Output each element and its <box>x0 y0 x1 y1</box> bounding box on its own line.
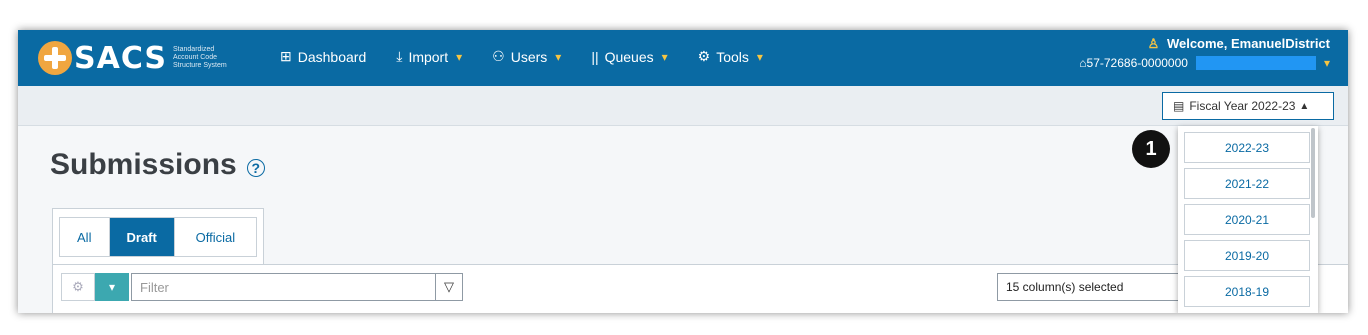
filter-input[interactable]: Filter <box>131 273 435 301</box>
user-menu[interactable]: ♙ Welcome, EmanuelDistrict ⌂ 57-72686-00… <box>1079 36 1330 70</box>
nav-queues[interactable]: || Queues ▾ <box>591 48 667 65</box>
fiscal-year-label: Fiscal Year 2022-23 <box>1189 99 1296 113</box>
fiscal-year-option[interactable]: 2022-23 <box>1184 132 1310 163</box>
nav-import[interactable]: ⤓ Import ▾ <box>396 48 462 65</box>
page-title: Submissions ? <box>50 148 265 182</box>
gear-icon: ⚙ <box>697 48 711 64</box>
redacted-name <box>1195 56 1316 70</box>
fiscal-year-option[interactable]: 2019-20 <box>1184 240 1310 271</box>
fiscal-year-option[interactable]: 2020-21 <box>1184 204 1310 235</box>
fiscal-year-option[interactable]: 2018-19 <box>1184 276 1310 307</box>
district-code: 57-72686-0000000 <box>1086 56 1188 70</box>
logo-subtitle: Standardized Account Code Structure Syst… <box>173 46 227 69</box>
nav-tools[interactable]: ⚙ Tools ▾ <box>698 48 763 65</box>
filter-icon: ▽ <box>444 279 454 294</box>
grid-toolbar: ⚙ ▾ Filter ▽ 15 column(s) selected <box>52 264 1348 313</box>
chevron-down-icon: ▾ <box>756 49 763 64</box>
sacs-logo[interactable]: SACS Standardized Account Code Structure… <box>38 40 253 76</box>
fiscal-year-option[interactable]: 2021-22 <box>1184 168 1310 199</box>
gear-icon: ⚙ <box>72 279 84 294</box>
chevron-up-icon: ▲ <box>1299 100 1310 112</box>
dropdown-scrollbar[interactable] <box>1311 128 1315 218</box>
users-icon: ⚇ <box>492 48 505 64</box>
logo-text: SACS <box>74 40 168 76</box>
tab-draft[interactable]: Draft <box>109 218 175 256</box>
fiscal-year-button[interactable]: ▤ Fiscal Year 2022-23 ▲ <box>1162 92 1334 120</box>
user-icon: ♙ <box>1147 36 1160 51</box>
grid-settings-button[interactable]: ⚙ <box>61 273 95 301</box>
chevron-down-icon: ▾ <box>661 49 668 64</box>
filter-button[interactable]: ▽ <box>435 273 463 301</box>
app-window: SACS Standardized Account Code Structure… <box>18 30 1348 313</box>
calendar-icon: ▤ <box>1173 99 1185 113</box>
submission-tabs: All Draft Official <box>59 217 257 257</box>
import-icon: ⤓ <box>396 48 403 64</box>
logo-emblem-icon <box>38 41 72 75</box>
column-selector[interactable]: 15 column(s) selected <box>997 273 1197 301</box>
chevron-down-icon[interactable]: ▾ <box>1324 56 1330 70</box>
fiscal-year-dropdown: 2022-23 2021-22 2020-21 2019-20 2018-19 <box>1178 126 1318 313</box>
tab-official[interactable]: Official <box>175 218 256 256</box>
sub-toolbar: ▤ Fiscal Year 2022-23 ▲ <box>18 86 1348 126</box>
dashboard-icon: ⊞ <box>280 48 292 64</box>
home-icon: ⌂ <box>1079 56 1087 70</box>
chevron-down-icon: ▾ <box>108 280 116 294</box>
chevron-down-icon: ▾ <box>456 49 463 64</box>
top-navbar: SACS Standardized Account Code Structure… <box>18 30 1348 86</box>
welcome-text: Welcome, EmanuelDistrict <box>1166 36 1330 51</box>
submission-tabs-panel: All Draft Official <box>52 208 264 264</box>
grid-options-dropdown[interactable]: ▾ <box>95 273 129 301</box>
callout-badge: 1 <box>1132 130 1170 168</box>
nav-users[interactable]: ⚇ Users ▾ <box>492 48 561 65</box>
tab-all[interactable]: All <box>60 218 110 256</box>
queues-icon: || <box>591 48 599 65</box>
nav-dashboard[interactable]: ⊞ Dashboard <box>280 48 366 65</box>
chevron-down-icon: ▾ <box>555 49 562 64</box>
help-icon[interactable]: ? <box>246 159 265 177</box>
main-nav: ⊞ Dashboard ⤓ Import ▾ ⚇ Users ▾ || Queu… <box>280 48 793 65</box>
